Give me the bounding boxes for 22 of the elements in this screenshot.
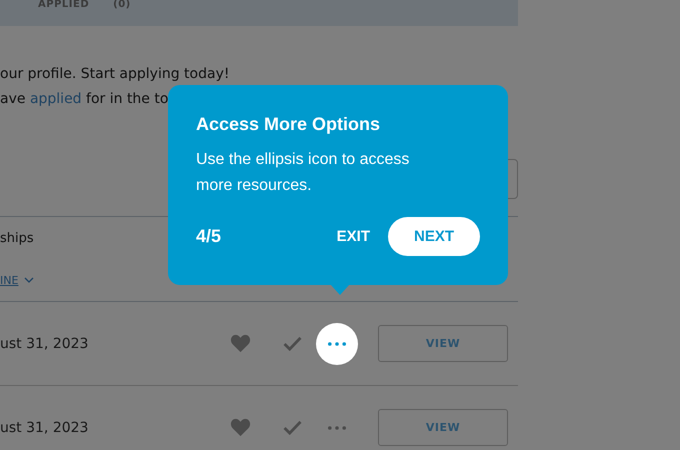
next-button[interactable]: NEXT — [388, 217, 480, 256]
date-text: ust 31, 2023 — [0, 420, 90, 436]
checkmark-icon[interactable] — [283, 336, 302, 351]
view-button[interactable]: VIEW — [378, 325, 508, 362]
ellipsis-icon[interactable] — [328, 342, 346, 346]
filter-label: ships — [0, 230, 34, 248]
exit-button[interactable]: EXIT — [336, 228, 370, 245]
tab-label[interactable]: APPLIED — [38, 0, 90, 10]
intro-text: our profile. Start applying today! — [0, 65, 230, 84]
view-button[interactable]: VIEW — [378, 409, 508, 446]
more-options-button[interactable] — [316, 322, 358, 364]
applied-link[interactable]: applied — [30, 91, 82, 107]
ellipsis-icon[interactable] — [328, 426, 346, 430]
chevron-down-icon[interactable] — [24, 277, 34, 283]
step-counter: 4/5 — [196, 226, 222, 247]
heart-icon[interactable] — [230, 418, 251, 437]
filter-link[interactable]: INE — [0, 274, 18, 286]
date-text: ust 31, 2023 — [0, 336, 90, 352]
popover-title: Access More Options — [196, 113, 382, 136]
heart-icon[interactable] — [230, 334, 251, 353]
popover-text: Use the ellipsis icon to access more resources. — [196, 150, 410, 196]
checkmark-icon[interactable] — [283, 420, 302, 435]
